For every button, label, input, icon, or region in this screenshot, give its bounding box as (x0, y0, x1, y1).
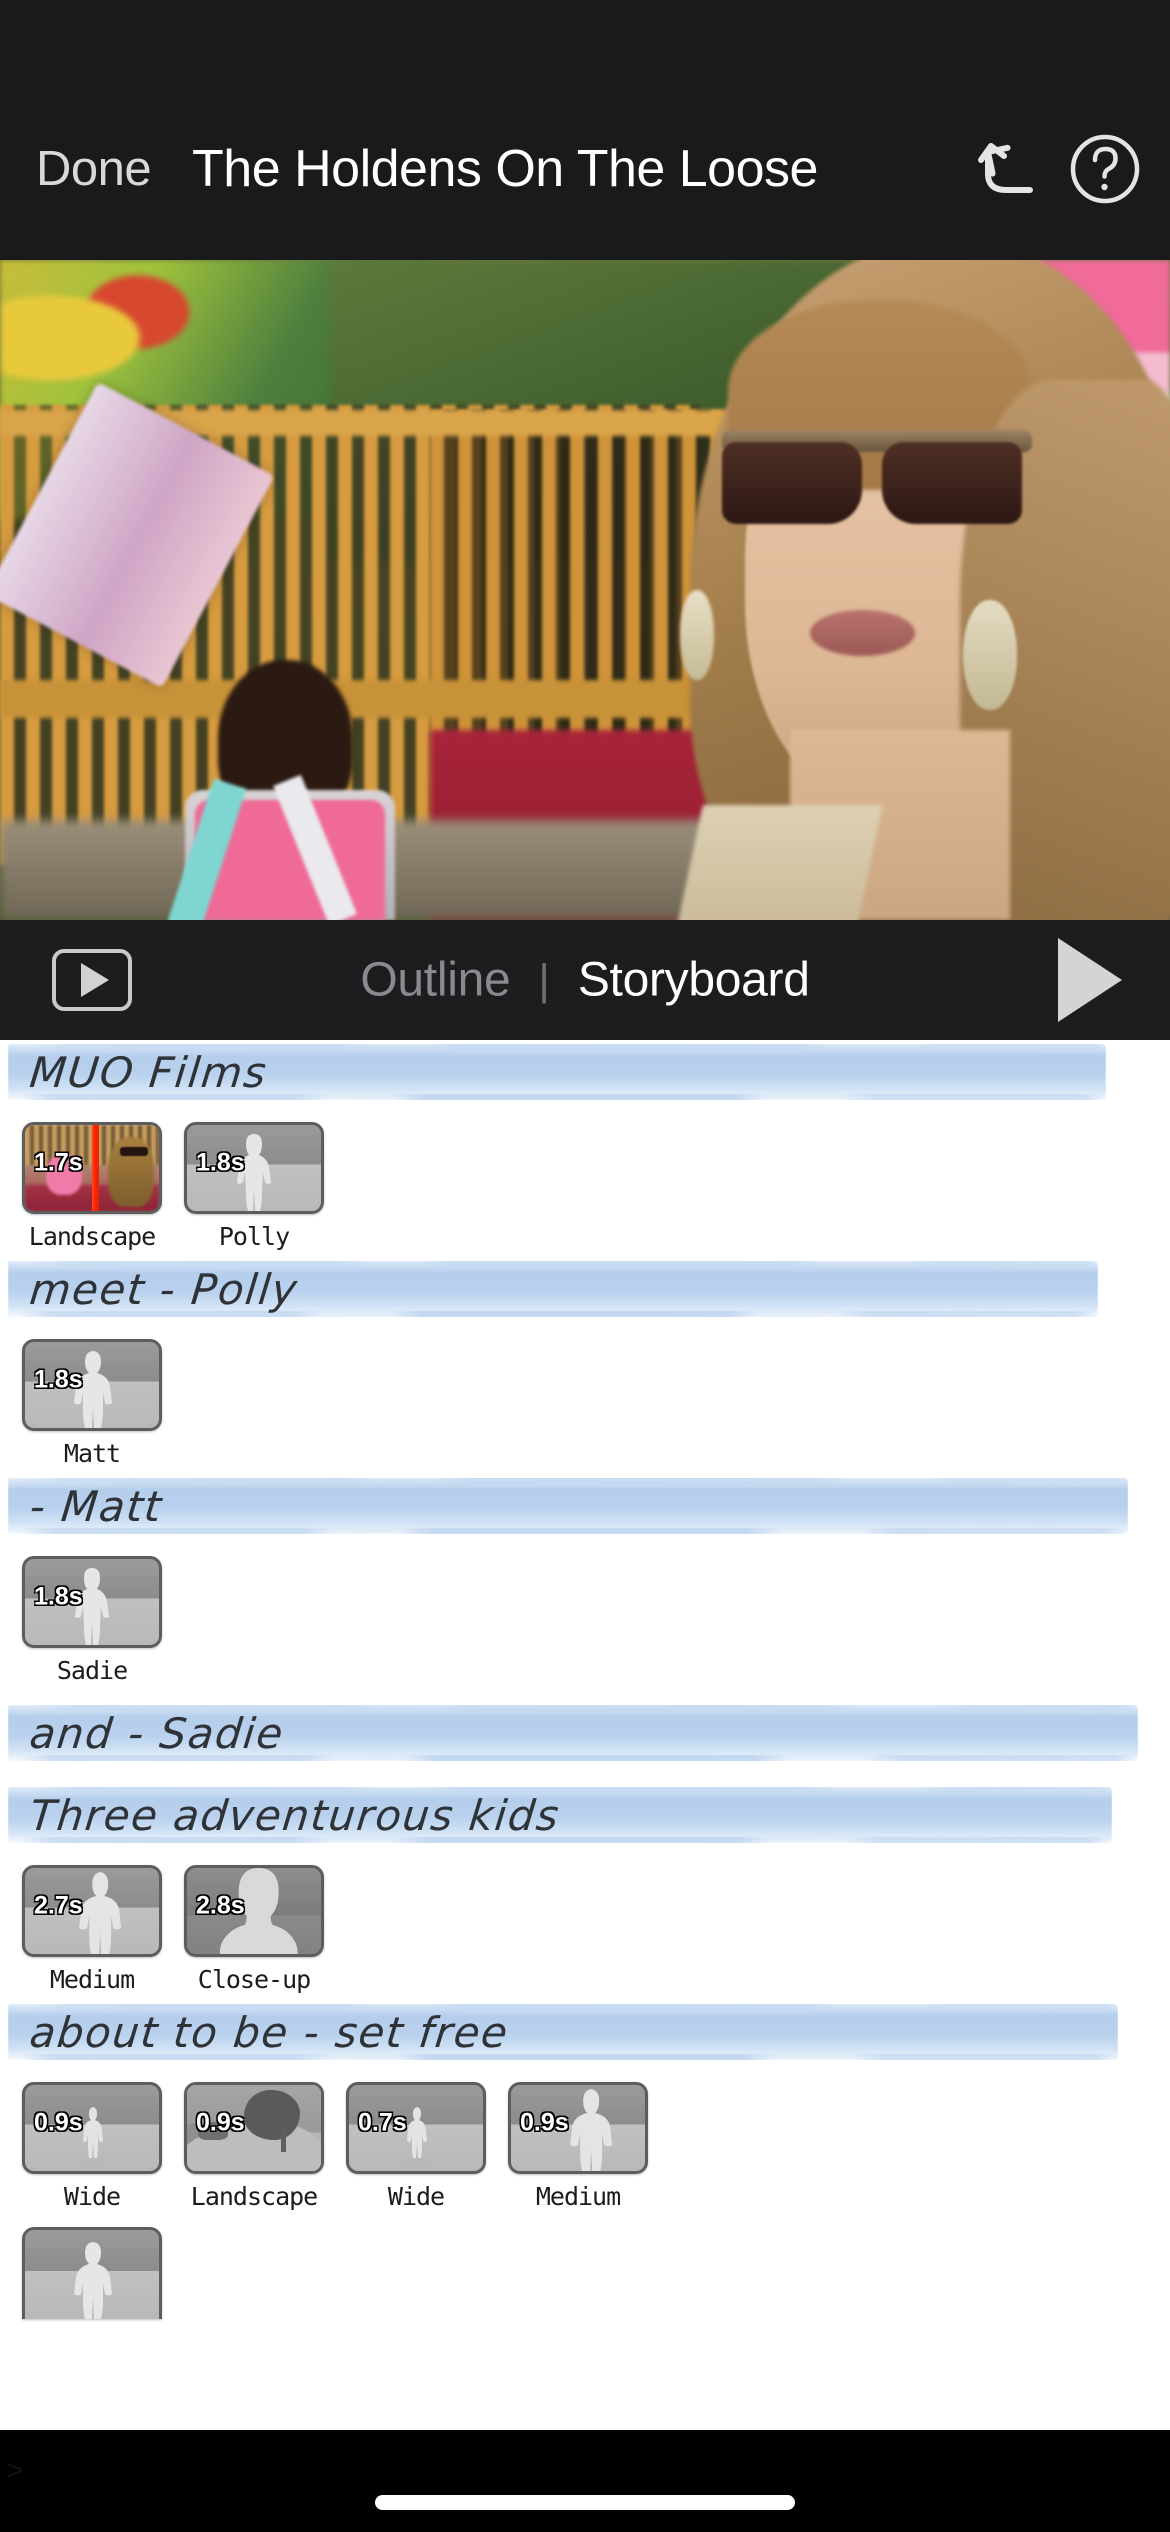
tab-separator: | (538, 955, 550, 1004)
section-title: meet - Polly (27, 1264, 301, 1314)
shot-duration: 0.9s (196, 2108, 245, 2137)
shot-caption: Medium (535, 2182, 621, 2211)
shot-row: 2.7s Medium 2.8s Close-up (0, 1847, 1170, 2000)
section-banner[interactable]: meet - Polly (0, 1257, 1170, 1321)
storyboard-section: about to be - set free 0.9s Wide 0.9s La… (0, 2000, 1170, 2325)
shot-thumbnail[interactable]: 0.9s (508, 2082, 648, 2174)
status-bar (0, 0, 1170, 78)
shot-row: 1.8s Matt (0, 1321, 1170, 1474)
view-mode-tabs: Outline | Storyboard (0, 953, 1170, 1008)
section-title: Three adventurous kids (27, 1790, 563, 1840)
storyboard-section: - Matt 1.8s Sadie (0, 1474, 1170, 1691)
tab-outline[interactable]: Outline (360, 953, 510, 1008)
shot-caption: Polly (218, 1222, 290, 1251)
shot-card[interactable]: 1.8s Polly (184, 1122, 324, 1251)
section-title: - Matt (27, 1481, 165, 1531)
shot-caption: Landscape (190, 2182, 318, 2211)
preview-sunglasses-icon (722, 430, 1032, 535)
video-preview[interactable] (0, 260, 1170, 920)
shot-thumbnail[interactable]: 1.7s (22, 1122, 162, 1214)
phone-screen: Done The Holdens On The Loose Outline | … (0, 0, 1170, 2532)
shot-caption: Wide (63, 2182, 121, 2211)
shot-row: 1.7s Landscape 1.8s Polly (0, 1104, 1170, 1257)
shot-row: 1.8s Sadie (0, 1538, 1170, 1691)
shot-caption: Sadie (56, 1656, 128, 1685)
storyboard-section: MUO Films 1.7s Landscape 1.8s Polly (0, 1040, 1170, 1257)
storyboard-section: Three adventurous kids 2.7s Medium 2.8s … (0, 1783, 1170, 2000)
shot-caption: Close-up (197, 1965, 311, 1994)
shot-duration: 1.8s (34, 1582, 83, 1611)
shot-duration: 1.7s (34, 1148, 83, 1177)
shot-card[interactable]: 0.9s Landscape (184, 2082, 324, 2211)
shot-thumbnail[interactable]: 1.8s (184, 1122, 324, 1214)
shot-duration: 1.8s (34, 1365, 83, 1394)
tab-storyboard[interactable]: Storyboard (578, 953, 810, 1008)
shot-thumbnail[interactable]: 0.7s (346, 2082, 486, 2174)
shot-thumbnail[interactable]: 1.8s (22, 1556, 162, 1648)
shot-card[interactable]: 0.9s Wide (22, 2082, 162, 2211)
shot-card[interactable]: 2.7s Medium (22, 1865, 162, 1994)
shot-row-partial (0, 2217, 1170, 2325)
section-banner[interactable]: about to be - set free (0, 2000, 1170, 2064)
preview-earring-left (680, 590, 714, 680)
shot-card[interactable]: 1.8s Matt (22, 1339, 162, 1468)
section-title: about to be - set free (27, 2007, 512, 2057)
playhead-marker (92, 1125, 99, 1211)
help-icon[interactable] (1068, 132, 1142, 206)
section-banner[interactable]: MUO Films (0, 1040, 1170, 1104)
man-silhouette-icon (64, 2239, 120, 2319)
shot-thumbnail[interactable]: 1.8s (22, 1339, 162, 1431)
section-title: and - Sadie (27, 1708, 287, 1758)
shot-caption: Medium (49, 1965, 135, 1994)
undo-icon[interactable] (978, 134, 1048, 204)
home-indicator[interactable] (375, 2495, 795, 2510)
expand-chevron-icon[interactable]: > (6, 2454, 24, 2488)
shot-row: 0.9s Wide 0.9s Landscape 0.7s Wide 0.9s … (0, 2064, 1170, 2217)
storyboard-section: meet - Polly 1.8s Matt (0, 1257, 1170, 1474)
navigation-bar: Done The Holdens On The Loose (0, 78, 1170, 260)
shot-caption: Matt (63, 1439, 121, 1468)
transport-bar: Outline | Storyboard (0, 920, 1170, 1040)
shot-card[interactable]: 2.8s Close-up (184, 1865, 324, 1994)
shot-thumbnail[interactable] (22, 2227, 162, 2319)
shot-duration: 2.7s (34, 1891, 83, 1920)
preview-woman-dress (677, 805, 883, 920)
bottom-safe-area (0, 2430, 1170, 2532)
shot-duration: 0.7s (358, 2108, 407, 2137)
shot-caption: Landscape (28, 1222, 156, 1251)
preview-earring-right (963, 600, 1017, 710)
section-banner[interactable]: and - Sadie (0, 1701, 1170, 1765)
shot-caption: Wide (387, 2182, 445, 2211)
shot-duration: 0.9s (34, 2108, 83, 2137)
shot-card[interactable]: 0.7s Wide (346, 2082, 486, 2211)
shot-card[interactable] (22, 2227, 162, 2319)
shot-duration: 2.8s (196, 1891, 245, 1920)
section-banner[interactable]: Three adventurous kids (0, 1783, 1170, 1847)
shot-card[interactable]: 1.7s Landscape (22, 1122, 162, 1251)
shot-duration: 0.9s (520, 2108, 569, 2137)
play-triangle-icon[interactable] (1058, 938, 1122, 1022)
storyboard-section: and - Sadie (0, 1701, 1170, 1765)
shot-thumbnail[interactable]: 0.9s (184, 2082, 324, 2174)
shot-card[interactable]: 0.9s Medium (508, 2082, 648, 2211)
preview-woman-lips (810, 610, 915, 656)
shot-thumbnail[interactable]: 2.7s (22, 1865, 162, 1957)
shot-thumbnail[interactable]: 0.9s (22, 2082, 162, 2174)
shot-duration: 1.8s (196, 1148, 245, 1177)
shot-card[interactable]: 1.8s Sadie (22, 1556, 162, 1685)
section-title: MUO Films (27, 1047, 270, 1097)
section-banner[interactable]: - Matt (0, 1474, 1170, 1538)
storyboard-scroll-area[interactable]: MUO Films 1.7s Landscape 1.8s Polly meet… (0, 1040, 1170, 2430)
shot-thumbnail[interactable]: 2.8s (184, 1865, 324, 1957)
